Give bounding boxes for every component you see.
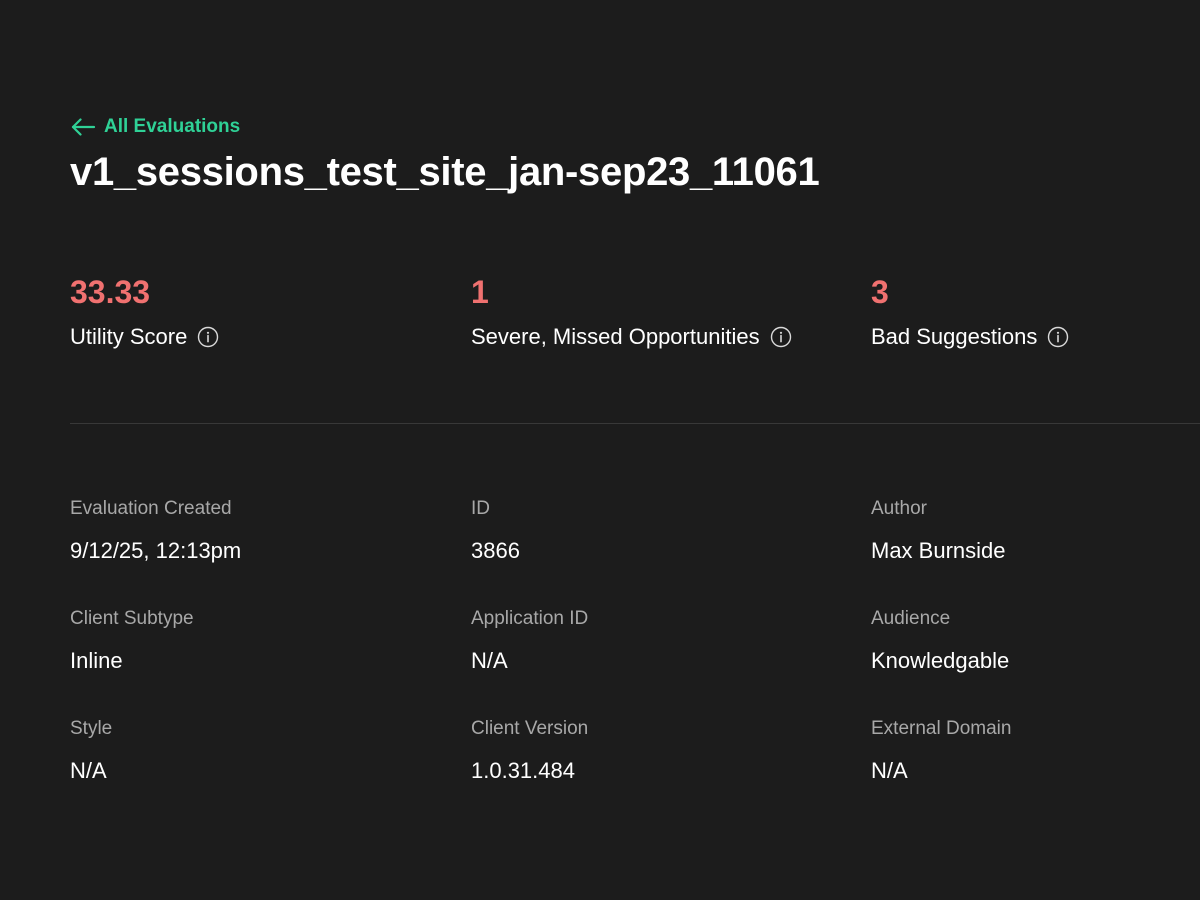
detail-label: Audience: [871, 608, 951, 629]
metrics-summary: 33.33 Utility Score 1 Severe, Missed Opp…: [70, 272, 1200, 362]
back-link-label: All Evaluations: [104, 116, 241, 137]
detail-label: Evaluation Created: [70, 498, 232, 519]
detail-label: Application ID: [471, 608, 589, 629]
detail-value: Knowledgable: [871, 648, 1010, 673]
metric-label: Utility Score: [70, 324, 188, 349]
detail-label: ID: [471, 498, 490, 519]
metric-value: 1: [471, 274, 489, 310]
detail-value: 9/12/25, 12:13pm: [70, 538, 242, 563]
detail-label: Client Subtype: [70, 608, 194, 629]
detail-external-domain: External Domain N/A: [871, 714, 1011, 786]
page-title: v1_sessions_test_site_jan-sep23_11061: [70, 150, 820, 194]
detail-value: Inline: [70, 648, 123, 673]
info-icon[interactable]: [197, 326, 219, 348]
detail-evaluation-created: Evaluation Created 9/12/25, 12:13pm: [70, 494, 241, 566]
metric-label: Severe, Missed Opportunities: [471, 324, 760, 349]
metric-label: Bad Suggestions: [871, 324, 1038, 349]
section-divider: [70, 423, 1200, 424]
detail-label: External Domain: [871, 718, 1012, 739]
metric-severe-missed-opportunities: 1 Severe, Missed Opportunities: [471, 272, 792, 354]
metric-bad-suggestions: 3 Bad Suggestions: [871, 272, 1069, 354]
detail-value: N/A: [70, 758, 107, 783]
metric-utility-score: 33.33 Utility Score: [70, 272, 219, 354]
detail-id: ID 3866: [471, 494, 520, 566]
info-icon[interactable]: [770, 326, 792, 348]
detail-style: Style N/A: [70, 714, 112, 786]
detail-audience: Audience Knowledgable: [871, 604, 1009, 676]
detail-client-subtype: Client Subtype Inline: [70, 604, 194, 676]
evaluation-detail-page: All Evaluations v1_sessions_test_site_ja…: [70, 0, 1200, 900]
detail-value: N/A: [471, 648, 508, 673]
metric-value: 3: [871, 274, 889, 310]
detail-value: 1.0.31.484: [471, 758, 575, 783]
detail-value: Max Burnside: [871, 538, 1006, 563]
metric-value: 33.33: [70, 274, 151, 310]
detail-value: 3866: [471, 538, 520, 563]
detail-client-version: Client Version 1.0.31.484: [471, 714, 588, 786]
info-icon[interactable]: [1047, 326, 1069, 348]
arrow-left-icon: [70, 117, 96, 137]
back-to-all-evaluations-link[interactable]: All Evaluations: [70, 116, 240, 138]
detail-label: Author: [871, 498, 927, 519]
detail-label: Style: [70, 718, 113, 739]
detail-value: N/A: [871, 758, 908, 783]
detail-label: Client Version: [471, 718, 589, 739]
detail-application-id: Application ID N/A: [471, 604, 588, 676]
detail-author: Author Max Burnside: [871, 494, 1006, 566]
